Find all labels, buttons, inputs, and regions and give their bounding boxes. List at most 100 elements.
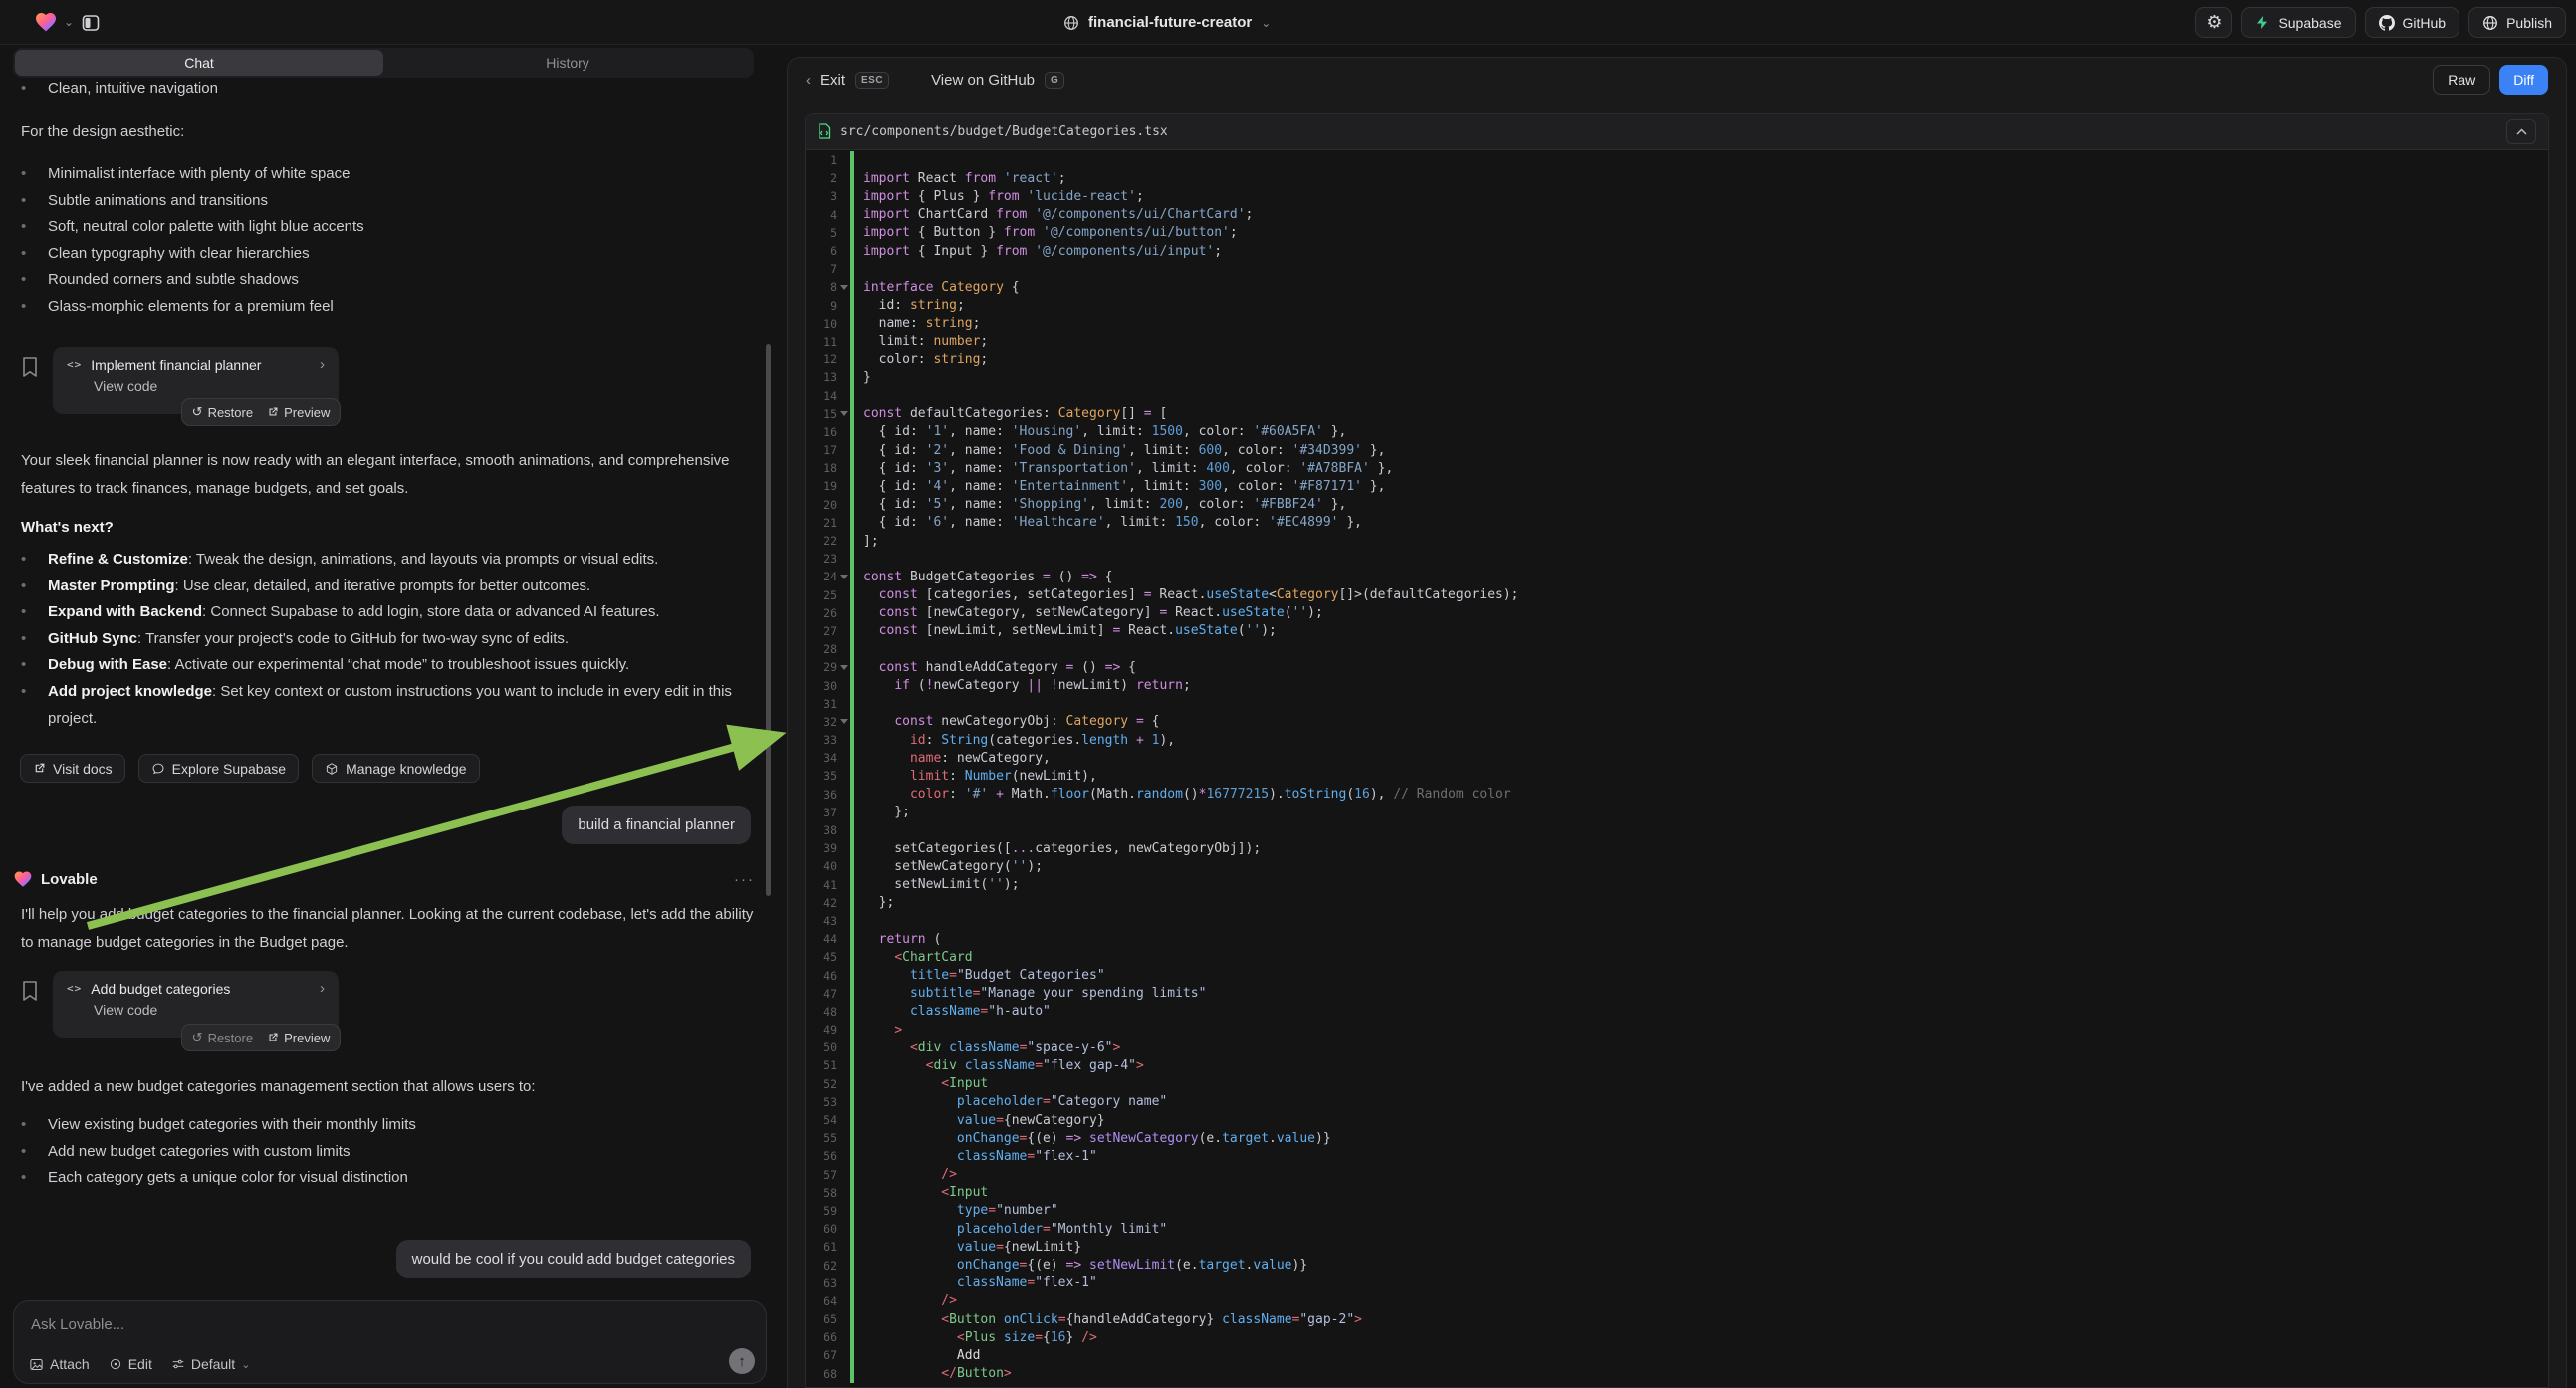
settings-button[interactable]: ⚙: [2195, 7, 2232, 38]
bullet-text: Rounded corners and subtle shadows: [48, 267, 299, 294]
line-number: 9: [806, 299, 837, 313]
code-text: setNewCategory('');: [854, 859, 1043, 874]
code-text: </Button>: [854, 1366, 1012, 1381]
exit-button[interactable]: ‹ Exit ESC: [806, 72, 889, 89]
fold-chevron-icon[interactable]: [837, 665, 850, 670]
code-line: 24const BudgetCategories = () => {: [806, 568, 2548, 585]
line-number: 10: [806, 317, 837, 331]
line-number: 48: [806, 1005, 837, 1019]
chevron-left-icon: ‹: [806, 72, 811, 89]
file-code-icon: [818, 123, 831, 139]
fold-chevron-icon[interactable]: [837, 575, 850, 579]
lovable-logo-menu[interactable]: ⌄: [34, 10, 74, 34]
tab-history[interactable]: History: [383, 50, 752, 76]
explore-supabase-button[interactable]: Explore Supabase: [138, 754, 299, 783]
chat-history-tabs: Chat History: [13, 48, 754, 78]
supabase-button[interactable]: Supabase: [2241, 7, 2355, 38]
line-number: 37: [806, 806, 837, 819]
code-text: { id: '2', name: 'Food & Dining', limit:…: [854, 443, 1385, 458]
view-code-link[interactable]: View code: [94, 378, 325, 394]
assistant-paragraph: Your sleek financial planner is now read…: [21, 447, 763, 502]
tab-chat[interactable]: Chat: [15, 50, 383, 76]
code-line: 15const defaultCategories: Category[] = …: [806, 405, 2548, 423]
code-text: className="flex-1": [854, 1149, 1097, 1164]
chevron-up-icon: [2516, 128, 2527, 135]
bullet-dot: •: [21, 214, 48, 241]
line-number: 57: [806, 1168, 837, 1182]
code-text: <div className="space-y-6">: [854, 1041, 1120, 1055]
code-line: 31: [806, 695, 2548, 713]
bullet-dot: •: [21, 652, 48, 679]
line-number: 60: [806, 1222, 837, 1236]
bullet-text: Refine & Customize: Tweak the design, an…: [48, 547, 658, 574]
mode-selector[interactable]: Default ⌄: [171, 1356, 251, 1372]
code-text: const newCategoryObj: Category = {: [854, 714, 1159, 729]
code-text: <Plus size={16} />: [854, 1330, 1097, 1345]
line-number: 21: [806, 516, 837, 530]
bullet-dot: •: [21, 1165, 48, 1192]
diff-added-gutter: [850, 151, 854, 169]
project-switcher[interactable]: financial-future-creator ⌄: [1063, 0, 1271, 45]
line-number: 26: [806, 606, 837, 620]
view-code-link[interactable]: View code: [94, 1002, 325, 1018]
line-number: 51: [806, 1058, 837, 1072]
bullet-dot: •: [21, 241, 48, 268]
view-on-github-button[interactable]: View on GitHub G: [931, 72, 1064, 89]
raw-toggle-button[interactable]: Raw: [2433, 65, 2490, 95]
line-number: 47: [806, 987, 837, 1001]
line-number: 11: [806, 335, 837, 348]
line-number: 62: [806, 1259, 837, 1272]
code-line: 42 };: [806, 894, 2548, 912]
code-line: 20 { id: '5', name: 'Shopping', limit: 2…: [806, 496, 2548, 514]
more-options-icon[interactable]: ···: [734, 871, 755, 888]
edit-button[interactable]: Edit: [109, 1356, 152, 1372]
github-button[interactable]: GitHub: [2365, 7, 2460, 38]
publish-button[interactable]: Publish: [2468, 7, 2566, 38]
preview-button[interactable]: Preview: [267, 405, 330, 420]
code-text: subtitle="Manage your spending limits": [854, 986, 1206, 1001]
line-number: 36: [806, 788, 837, 802]
code-text: return (: [854, 932, 941, 947]
whats-next-heading: What's next?: [21, 514, 763, 541]
list-item: •Clean typography with clear hierarchies: [21, 241, 763, 268]
file-header[interactable]: src/components/budget/BudgetCategories.t…: [806, 114, 2548, 150]
sliders-icon: [171, 1357, 185, 1371]
code-text: <div className="flex gap-4">: [854, 1058, 1144, 1073]
bookmark-icon[interactable]: [20, 980, 40, 1002]
code-text: name: string;: [854, 316, 980, 331]
attach-button[interactable]: Attach: [29, 1356, 90, 1372]
code-text: { id: '3', name: 'Transportation', limit…: [854, 461, 1393, 476]
list-item: •Subtle animations and transitions: [21, 188, 763, 215]
diff-toggle-button[interactable]: Diff: [2499, 65, 2548, 95]
code-text: value={newLimit}: [854, 1240, 1081, 1255]
line-number: 41: [806, 878, 837, 892]
bullet-dot: •: [21, 1112, 48, 1139]
code-line: 5import { Button } from '@/components/ui…: [806, 224, 2548, 242]
bookmark-icon[interactable]: [20, 356, 40, 378]
collapse-file-button[interactable]: [2506, 119, 2536, 144]
line-number: 67: [806, 1348, 837, 1362]
line-number: 49: [806, 1023, 837, 1037]
restore-button[interactable]: ↺Restore: [192, 1030, 253, 1045]
fold-chevron-icon[interactable]: [837, 411, 850, 416]
code-line: 27 const [newLimit, setNewLimit] = React…: [806, 622, 2548, 640]
line-number: 53: [806, 1095, 837, 1109]
fold-chevron-icon[interactable]: [837, 285, 850, 290]
manage-knowledge-button[interactable]: Manage knowledge: [312, 754, 479, 783]
code-text: <ChartCard: [854, 950, 973, 965]
chat-input[interactable]: Ask Lovable... Attach Edit: [13, 1300, 767, 1384]
fold-chevron-icon[interactable]: [837, 719, 850, 724]
sidebar-toggle-button[interactable]: [76, 8, 106, 38]
code-editor[interactable]: 12import React from 'react';3import { Pl…: [806, 151, 2548, 1387]
bullet-text: GitHub Sync: Transfer your project's cod…: [48, 626, 569, 653]
list-item: •Master Prompting: Use clear, detailed, …: [21, 574, 763, 600]
preview-button[interactable]: Preview: [267, 1031, 330, 1045]
send-button[interactable]: ↑: [729, 1348, 755, 1374]
chat-input-placeholder: Ask Lovable...: [31, 1316, 124, 1333]
line-number: 31: [806, 697, 837, 711]
restore-button[interactable]: ↺Restore: [192, 404, 253, 420]
chat-scrollbar[interactable]: [766, 344, 771, 896]
diff-added-gutter: [850, 550, 854, 568]
github-icon: [2379, 15, 2395, 31]
visit-docs-button[interactable]: Visit docs: [20, 754, 125, 783]
